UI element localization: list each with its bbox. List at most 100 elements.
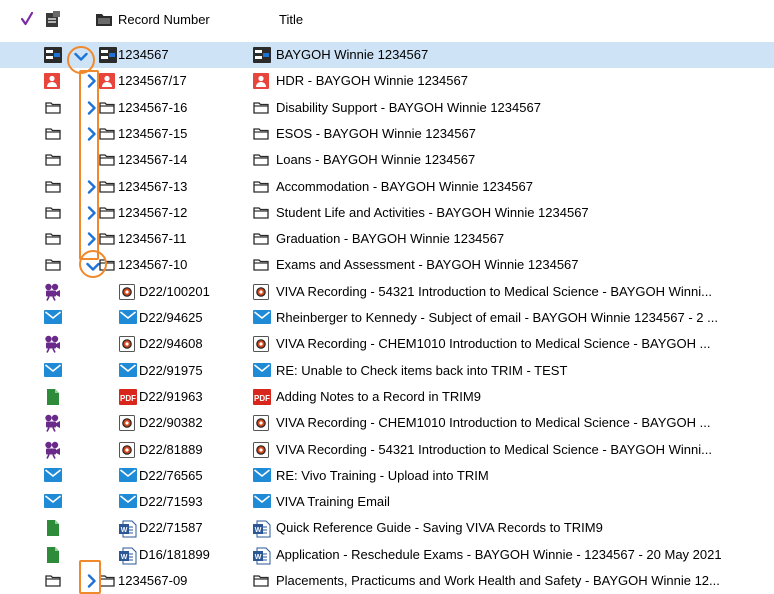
media-icon <box>119 442 135 461</box>
email-icon <box>44 363 62 380</box>
record-title: Disability Support - BAYGOH Winnie 12345… <box>276 100 541 115</box>
record-number: D16/181899 <box>139 547 210 562</box>
document-type-icon[interactable] <box>44 11 60 32</box>
record-number: 1234567-11 <box>118 231 187 246</box>
video-camera-icon <box>44 283 60 304</box>
record-row[interactable]: 1234567-16 Disability Support - BAYGOH Wi… <box>0 95 774 121</box>
checkmark-icon[interactable] <box>20 11 34 29</box>
record-title: VIVA Recording - CHEM1010 Introduction t… <box>276 415 711 430</box>
pdf-icon: PDF <box>119 389 137 408</box>
record-row[interactable]: 1234567-11 Graduation - BAYGOH Winnie 123… <box>0 226 774 252</box>
email-icon <box>253 363 271 380</box>
record-number: D22/90382 <box>139 415 203 430</box>
folder-icon <box>253 100 269 117</box>
folder-icon <box>253 205 269 222</box>
email-icon <box>44 494 62 511</box>
record-row[interactable]: PDF D22/91963 PDF Adding Notes to a Record … <box>0 384 774 410</box>
highlight-rectangle <box>79 70 99 260</box>
record-row[interactable]: D22/90382 VIVA Recording - CHEM1010 Intro… <box>0 410 774 436</box>
media-icon <box>253 336 269 355</box>
media-icon <box>119 284 135 303</box>
record-title: VIVA Recording - 54321 Introduction to M… <box>276 442 712 457</box>
record-number: 1234567-09 <box>118 573 188 588</box>
record-row[interactable]: D22/100201 VIVA Recording - 54321 Introdu… <box>0 279 774 305</box>
title-column-header[interactable]: Title <box>279 7 303 33</box>
record-title: Placements, Practicums and Work Health a… <box>276 573 720 588</box>
word-icon: W <box>253 520 271 541</box>
document-icon <box>47 547 59 566</box>
record-title: Student Life and Activities - BAYGOH Win… <box>276 205 589 220</box>
record-title: VIVA Training Email <box>276 494 390 509</box>
word-icon: W <box>119 547 137 568</box>
folder-icon <box>99 205 115 222</box>
hdr-person-icon <box>253 73 269 92</box>
record-title: VIVA Recording - 54321 Introduction to M… <box>276 284 712 299</box>
record-number: 1234567-12 <box>118 205 188 220</box>
record-row[interactable]: D22/81889 VIVA Recording - 54321 Introduc… <box>0 437 774 463</box>
svg-text:W: W <box>255 527 262 534</box>
record-row[interactable]: 1234567 BAYGOH Winnie 1234567 <box>0 42 774 68</box>
svg-text:W: W <box>121 554 128 561</box>
record-row[interactable]: W D22/71587 W Quick Reference Guide - Savin… <box>0 515 774 541</box>
record-title: Loans - BAYGOH Winnie 1234567 <box>276 152 476 167</box>
record-row[interactable]: 1234567-12 Student Life and Activities - … <box>0 200 774 226</box>
record-number: D22/71587 <box>139 520 203 535</box>
record-row[interactable]: W D16/181899 W Application - Reschedule Exa… <box>0 542 774 568</box>
record-number: 1234567-13 <box>118 179 188 194</box>
record-number: D22/76565 <box>139 468 203 483</box>
record-row[interactable]: D22/76565 RE: Vivo Training - Upload into… <box>0 463 774 489</box>
record-title: ESOS - BAYGOH Winnie 1234567 <box>276 126 476 141</box>
word-icon: W <box>119 520 137 541</box>
folder-icon <box>99 573 115 590</box>
record-title: Exams and Assessment - BAYGOH Winnie 123… <box>276 257 579 272</box>
media-icon <box>253 442 269 461</box>
folder-icon <box>45 126 61 143</box>
folder-icon <box>45 573 61 590</box>
hdr-person-icon <box>99 73 115 92</box>
record-row[interactable]: 1234567-10 Exams and Assessment - BAYGOH … <box>0 252 774 278</box>
record-row[interactable]: 1234567-14 Loans - BAYGOH Winnie 1234567 <box>0 147 774 173</box>
email-icon <box>253 310 271 327</box>
record-row[interactable]: D22/91975 RE: Unable to Check items back … <box>0 358 774 384</box>
folder-icon <box>45 257 61 274</box>
record-row[interactable]: D22/94608 VIVA Recording - CHEM1010 Intro… <box>0 331 774 357</box>
record-row[interactable]: 1234567-09 Placements, Practicums and Wor… <box>0 568 774 594</box>
record-row[interactable]: 1234567-13 Accommodation - BAYGOH Winnie … <box>0 174 774 200</box>
container-icon <box>99 47 117 66</box>
record-number: D22/91975 <box>139 363 203 378</box>
record-title: HDR - BAYGOH Winnie 1234567 <box>276 73 468 88</box>
pdf-icon: PDF <box>253 389 271 408</box>
email-icon <box>119 494 137 511</box>
record-number: D22/94608 <box>139 336 203 351</box>
record-number-column-header[interactable]: Record Number <box>118 7 210 33</box>
video-camera-icon <box>44 335 60 356</box>
media-icon <box>119 336 135 355</box>
email-icon <box>119 363 137 380</box>
hdr-person-icon <box>44 73 60 92</box>
record-number: 1234567-14 <box>118 152 188 167</box>
record-row[interactable]: 1234567/17 HDR - BAYGOH Winnie 1234567 <box>0 68 774 94</box>
record-row[interactable]: D22/71593 VIVA Training Email <box>0 489 774 515</box>
container-icon <box>253 47 271 66</box>
video-camera-icon <box>44 441 60 462</box>
highlight-rectangle <box>79 560 101 594</box>
record-title: Application - Reschedule Exams - BAYGOH … <box>276 547 722 562</box>
record-title: Graduation - BAYGOH Winnie 1234567 <box>276 231 505 246</box>
folder-icon <box>45 205 61 222</box>
folder-icon <box>45 100 61 117</box>
email-icon <box>44 310 62 327</box>
media-icon <box>119 415 135 434</box>
container-icon <box>44 47 62 66</box>
folder-icon <box>99 179 115 196</box>
record-row[interactable]: D22/94625 Rheinberger to Kennedy - Subjec… <box>0 305 774 331</box>
video-camera-icon <box>44 414 60 435</box>
svg-text:PDF: PDF <box>254 394 270 403</box>
record-row[interactable]: 1234567-15 ESOS - BAYGOH Winnie 1234567 <box>0 121 774 147</box>
record-title: Rheinberger to Kennedy - Subject of emai… <box>276 310 718 325</box>
highlight-circle <box>79 250 107 278</box>
folder-icon <box>253 573 269 590</box>
record-title: Quick Reference Guide - Saving VIVA Reco… <box>276 520 603 535</box>
email-icon <box>253 468 271 485</box>
folder-icon <box>253 152 269 169</box>
record-title: RE: Unable to Check items back into TRIM… <box>276 363 568 378</box>
